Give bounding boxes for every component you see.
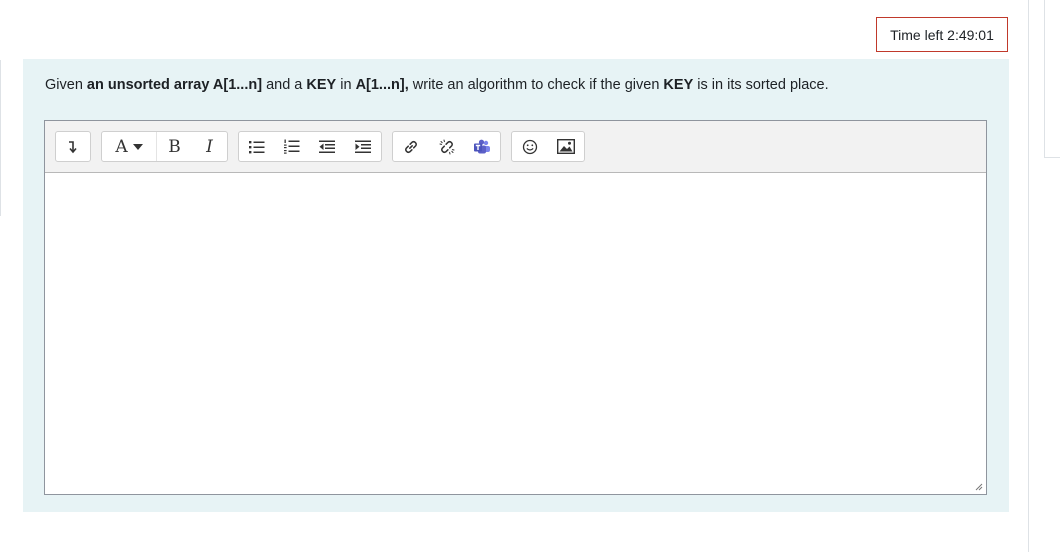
unordered-list-icon xyxy=(248,140,264,153)
outdent-button[interactable] xyxy=(309,132,345,161)
toolbar-group-collapse xyxy=(55,131,91,162)
side-panel-edge xyxy=(1044,0,1060,158)
question-bold-key: KEY xyxy=(663,77,694,93)
unlink-icon xyxy=(439,139,454,154)
italic-button[interactable]: I xyxy=(192,132,227,161)
answer-textarea[interactable] xyxy=(45,174,986,494)
question-text-part: write an algorithm to check if the given xyxy=(408,77,664,93)
question-bold-array: an unsorted array A[1...n] xyxy=(86,77,263,93)
teams-meeting-icon xyxy=(474,139,491,153)
indent-icon xyxy=(355,140,371,153)
image-icon xyxy=(557,139,575,154)
link-button[interactable] xyxy=(393,132,429,161)
toolbar-group-links xyxy=(392,131,501,162)
question-text-part: and a xyxy=(262,77,307,93)
indent-button[interactable] xyxy=(345,132,381,161)
quiz-timer: Time left 2:49:01 xyxy=(876,17,1008,52)
quiz-page: Time left 2:49:01 Given an unsorted arra… xyxy=(0,0,1060,552)
bold-button[interactable]: B xyxy=(157,132,192,161)
chevron-down-icon xyxy=(132,143,143,150)
right-divider xyxy=(1028,0,1029,552)
resize-handle-icon[interactable] xyxy=(973,481,983,491)
ordered-list-button[interactable] xyxy=(274,132,309,161)
question-text: Given an unsorted array A[1...n] and a K… xyxy=(45,75,985,95)
collapse-toolbar-icon xyxy=(69,140,77,153)
image-button[interactable] xyxy=(548,132,584,161)
bold-icon: B xyxy=(168,136,181,157)
unlink-button[interactable] xyxy=(429,132,465,161)
teams-meeting-button[interactable] xyxy=(464,132,500,161)
question-text-part: Given xyxy=(45,77,87,93)
emoji-button[interactable] xyxy=(512,132,548,161)
toolbar-group-media xyxy=(511,131,585,162)
italic-icon: I xyxy=(206,136,213,157)
emoji-icon xyxy=(522,139,538,154)
link-icon xyxy=(404,140,417,153)
question-box: Given an unsorted array A[1...n] and a K… xyxy=(23,59,1009,512)
collapse-toolbar-button[interactable] xyxy=(56,132,90,161)
timer-label: Time left xyxy=(890,26,944,43)
toolbar-group-style: A B I xyxy=(101,131,228,162)
answer-editor: A B I xyxy=(44,120,987,495)
question-text-part: in xyxy=(336,77,356,93)
toolbar-group-lists xyxy=(238,131,382,162)
font-style-button[interactable]: A xyxy=(102,132,157,161)
ordered-list-icon xyxy=(283,139,299,154)
left-border xyxy=(0,60,1,216)
question-bold-key: KEY xyxy=(306,77,337,93)
outdent-icon xyxy=(319,140,335,153)
timer-value: 2:49:01 xyxy=(947,26,994,43)
question-bold-range: A[1...n], xyxy=(355,77,409,93)
question-text-part: is in its sorted place. xyxy=(693,77,829,93)
editor-toolbar: A B I xyxy=(45,121,986,173)
font-style-icon: A xyxy=(115,136,128,157)
unordered-list-button[interactable] xyxy=(239,132,274,161)
